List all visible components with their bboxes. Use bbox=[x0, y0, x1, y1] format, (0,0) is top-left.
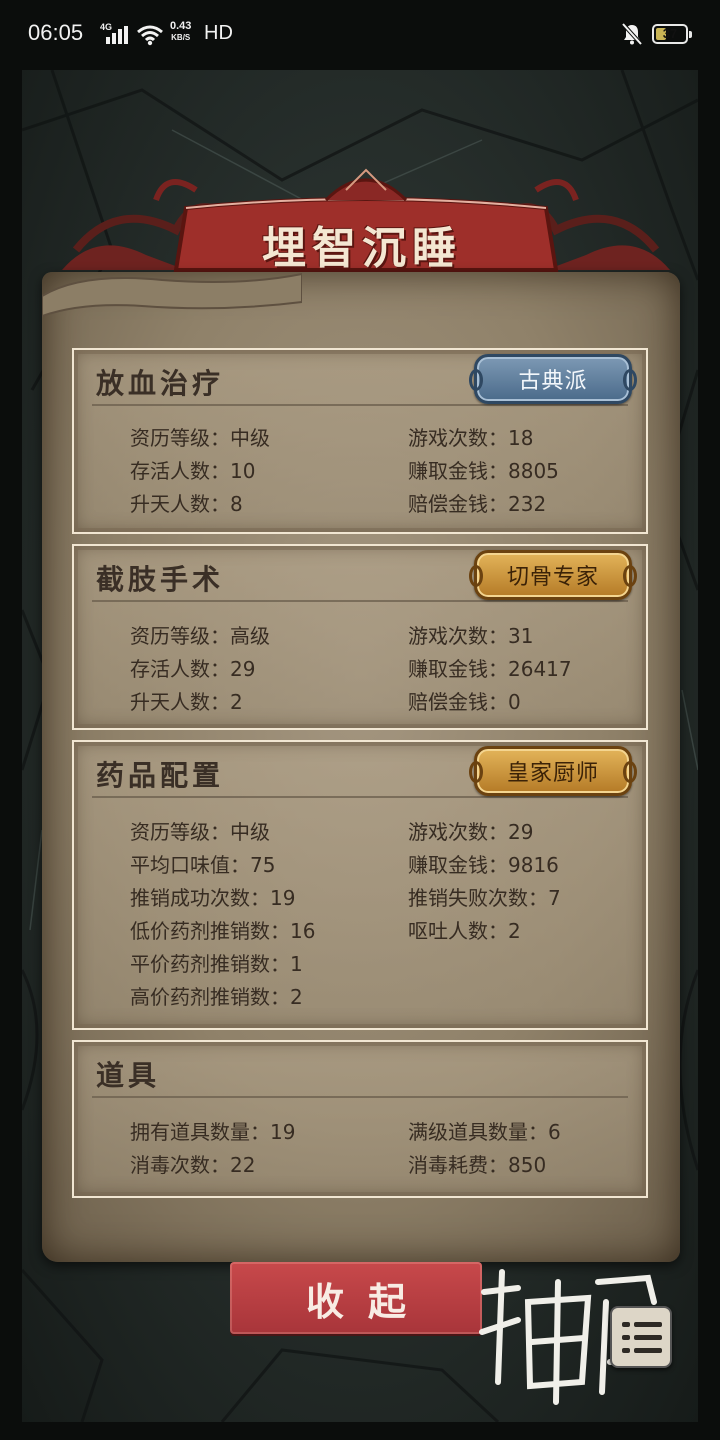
menu-list-icon[interactable] bbox=[610, 1306, 672, 1368]
stat-item: 平均口味值：75 bbox=[130, 853, 276, 877]
section-bloodletting: 放血治疗 古典派 资历等级：中级 存活人数：10 升天人数：8 游戏次数：18 … bbox=[72, 348, 648, 534]
bell-muted-icon bbox=[621, 22, 643, 46]
stat-item: 游戏次数：31 bbox=[408, 624, 534, 648]
stat-item: 赚取金钱：26417 bbox=[408, 657, 572, 681]
title-badge: 古典派 bbox=[469, 354, 637, 404]
hd-indicator: HD bbox=[204, 22, 233, 44]
parchment-curl bbox=[42, 272, 302, 318]
stat-item: 消毒耗费：850 bbox=[408, 1153, 547, 1177]
signal-icon bbox=[106, 26, 128, 44]
stat-item: 呕吐人数：2 bbox=[408, 919, 521, 943]
stat-item: 赔偿金钱：232 bbox=[408, 492, 547, 516]
stat-item: 赔偿金钱：0 bbox=[408, 690, 521, 714]
stat-item: 升天人数：8 bbox=[130, 492, 243, 516]
badge-label: 切骨专家 bbox=[506, 565, 599, 590]
stat-item: 满级道具数量：6 bbox=[408, 1120, 561, 1144]
stat-item: 推销成功次数：19 bbox=[130, 886, 296, 910]
stat-item: 消毒次数：22 bbox=[130, 1153, 256, 1177]
section-title: 放血治疗 bbox=[96, 367, 225, 400]
stat-item: 高价药剂推销数：2 bbox=[130, 985, 303, 1009]
stat-item: 资历等级：中级 bbox=[130, 426, 270, 450]
stat-item: 赚取金钱：9816 bbox=[408, 853, 559, 877]
collapse-button[interactable]: 收起 bbox=[230, 1262, 482, 1334]
stat-item: 资历等级：中级 bbox=[130, 820, 270, 844]
stat-item: 存活人数：10 bbox=[130, 459, 256, 483]
divider bbox=[92, 1096, 628, 1098]
section-medicine: 药品配置 皇家厨师 资历等级：中级 平均口味值：75 推销成功次数：19 低价药… bbox=[72, 740, 648, 1030]
divider bbox=[92, 600, 628, 602]
section-items: 道具 拥有道具数量：19 消毒次数：22 满级道具数量：6 消毒耗费：850 bbox=[72, 1040, 648, 1198]
stat-item: 赚取金钱：8805 bbox=[408, 459, 559, 483]
badge-label: 古典派 bbox=[518, 369, 588, 394]
wifi-icon bbox=[137, 25, 163, 46]
speed-unit: KB/S bbox=[171, 33, 191, 42]
status-bar: 06:05 4G 0.43 KB/S HD 37 bbox=[0, 0, 720, 68]
stat-item: 拥有道具数量：19 bbox=[130, 1120, 296, 1144]
stat-item: 资历等级：高级 bbox=[130, 624, 270, 648]
stat-item: 存活人数：29 bbox=[130, 657, 256, 681]
title-badge: 切骨专家 bbox=[469, 550, 637, 600]
section-title: 药品配置 bbox=[96, 759, 225, 792]
divider bbox=[92, 404, 628, 406]
badge-label: 皇家厨师 bbox=[506, 761, 599, 786]
speed-value: 0.43 bbox=[170, 20, 192, 32]
stat-item: 推销失败次数：7 bbox=[408, 886, 561, 910]
stat-item: 游戏次数：29 bbox=[408, 820, 534, 844]
stat-item: 平价药剂推销数：1 bbox=[130, 952, 303, 976]
section-title: 截肢手术 bbox=[96, 563, 225, 596]
section-amputation: 截肢手术 切骨专家 资历等级：高级 存活人数：29 升天人数：2 游戏次数：31… bbox=[72, 544, 648, 730]
status-time: 06:05 bbox=[28, 20, 84, 45]
section-title: 道具 bbox=[96, 1059, 161, 1092]
stat-item: 升天人数：2 bbox=[130, 690, 243, 714]
battery-level: 37 bbox=[662, 26, 678, 41]
network-speed: 0.43 KB/S bbox=[170, 20, 191, 44]
divider bbox=[92, 796, 628, 798]
stat-item: 游戏次数：18 bbox=[408, 426, 534, 450]
stat-item: 低价药剂推销数：16 bbox=[130, 919, 316, 943]
title-badge: 皇家厨师 bbox=[469, 746, 637, 796]
battery-icon: 37 bbox=[652, 24, 692, 44]
